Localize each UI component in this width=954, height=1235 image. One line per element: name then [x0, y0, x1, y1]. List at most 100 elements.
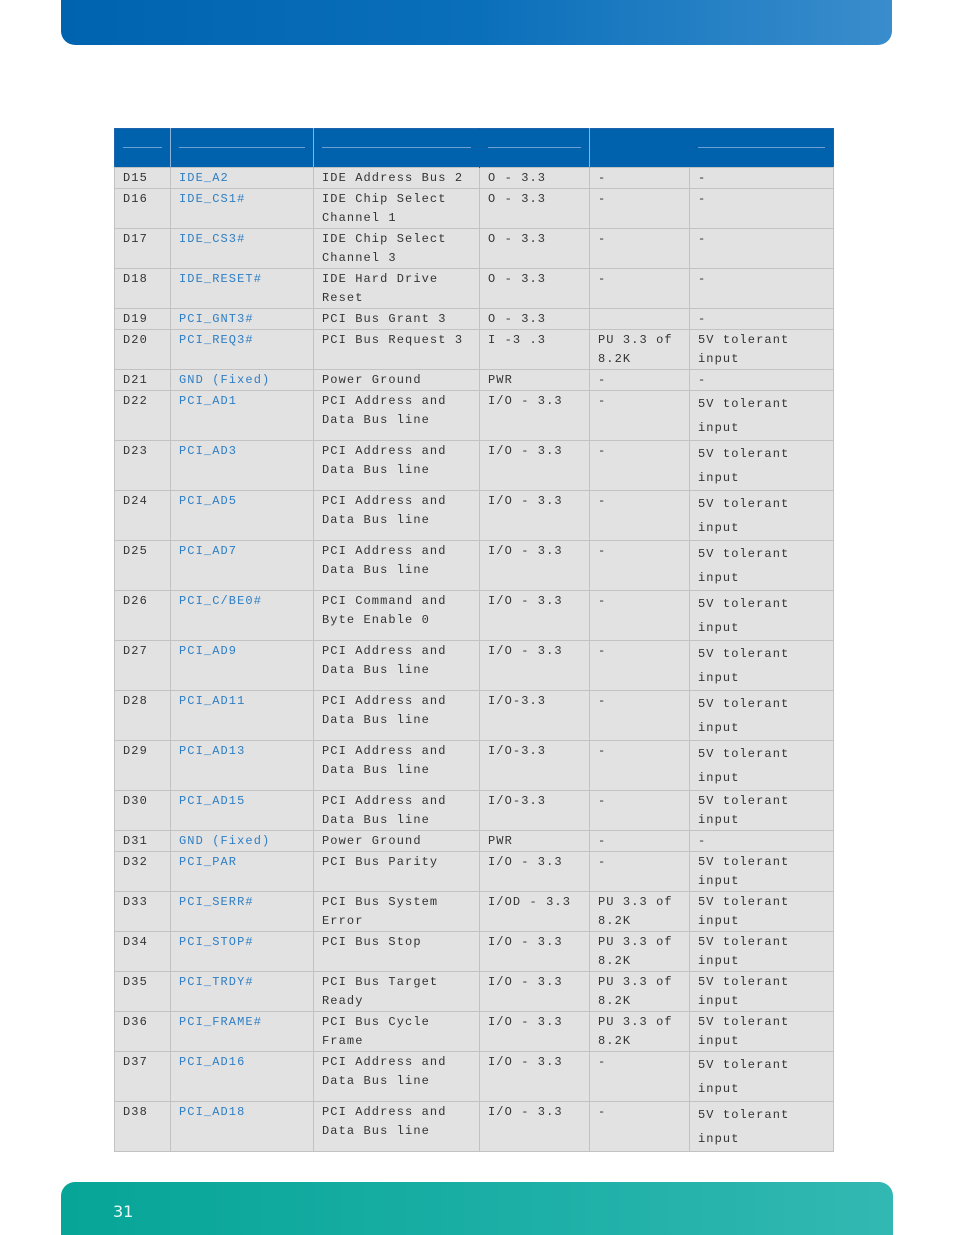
header-termination [589, 128, 690, 168]
cell-type: I/O - 3.3 [479, 390, 590, 441]
cell-pin: D15 [114, 167, 171, 189]
cell-type: I/O-3.3 [479, 790, 590, 831]
table-row: D34 PCI_STOP# PCI Bus Stop I/O - 3.3 PU 3.3 … [114, 931, 834, 972]
cell-comment: 5V tolerant input [689, 851, 834, 892]
table-row: D25 PCI_AD7 PCI Address and Data Bus line I… [114, 540, 834, 591]
cell-description: IDE Hard Drive Reset [313, 268, 480, 309]
cell-comment: - [689, 167, 834, 189]
cell-description: PCI Address and Data Bus line [313, 790, 480, 831]
cell-type: O - 3.3 [479, 268, 590, 309]
cell-description: PCI Address and Data Bus line [313, 540, 480, 591]
cell-type: I/O - 3.3 [479, 931, 590, 972]
cell-comment: 5V tolerant input [689, 790, 834, 831]
cell-signal[interactable]: PCI_PAR [170, 851, 314, 892]
cell-signal[interactable]: GND (Fixed) [170, 830, 314, 852]
cell-signal[interactable]: PCI_REQ3# [170, 329, 314, 370]
cell-comment: - [689, 369, 834, 391]
page-number: 31 [113, 1202, 134, 1221]
table-row: D32 PCI_PAR PCI Bus Parity I/O - 3.3-5V tol… [114, 851, 834, 892]
cell-type: I/O - 3.3 [479, 1011, 590, 1052]
table-row: D35 PCI_TRDY# PCI Bus Target Ready I/O - 3.… [114, 971, 834, 1012]
table-row: D16 IDE_CS1# IDE Chip Select Channel 1O - … [114, 188, 834, 229]
cell-comment: 5V tolerant input [689, 329, 834, 370]
header-signal [170, 128, 314, 168]
cell-termination: - [589, 830, 690, 852]
table-row: D36 PCI_FRAME# PCI Bus Cycle Frame I/O - 3.… [114, 1011, 834, 1052]
cell-termination: PU 3.3 of 8.2K [589, 1011, 690, 1052]
cell-comment: 5V tolerant input [689, 740, 834, 791]
cell-pin: D29 [114, 740, 171, 791]
cell-type: I -3 .3 [479, 329, 590, 370]
cell-signal[interactable]: PCI_AD7 [170, 540, 314, 591]
cell-pin: D38 [114, 1101, 171, 1152]
cell-description: PCI Address and Data Bus line [313, 1101, 480, 1152]
cell-signal[interactable]: PCI_AD16 [170, 1051, 314, 1102]
cell-signal[interactable]: PCI_AD15 [170, 790, 314, 831]
cell-pin: D26 [114, 590, 171, 641]
cell-signal[interactable]: PCI_GNT3# [170, 308, 314, 330]
cell-pin: D31 [114, 830, 171, 852]
cell-termination: - [589, 540, 690, 591]
cell-termination: PU 3.3 of 8.2K [589, 971, 690, 1012]
cell-signal[interactable]: PCI_AD3 [170, 440, 314, 491]
table-row: D33 PCI_SERR# PCI Bus System Error I/OD - 3… [114, 891, 834, 932]
cell-comment: - [689, 188, 834, 229]
cell-pin: D30 [114, 790, 171, 831]
cell-pin: D19 [114, 308, 171, 330]
cell-signal[interactable]: PCI_AD1 [170, 390, 314, 441]
cell-signal[interactable]: IDE_CS1# [170, 188, 314, 229]
cell-signal[interactable]: GND (Fixed) [170, 369, 314, 391]
cell-type: I/O - 3.3 [479, 1051, 590, 1102]
cell-pin: D20 [114, 329, 171, 370]
cell-pin: D25 [114, 540, 171, 591]
cell-termination: - [589, 228, 690, 269]
cell-comment: - [689, 830, 834, 852]
table-row: D18 IDE_RESET# IDE Hard Drive Reset O - 3.3… [114, 268, 834, 309]
cell-signal[interactable]: PCI_STOP# [170, 931, 314, 972]
cell-signal[interactable]: IDE_RESET# [170, 268, 314, 309]
cell-signal[interactable]: PCI_AD18 [170, 1101, 314, 1152]
table-row: D24 PCI_AD5 PCI Address and Data Bus line I… [114, 490, 834, 541]
cell-signal[interactable]: PCI_AD13 [170, 740, 314, 791]
header-description [313, 128, 480, 168]
cell-signal[interactable]: PCI_SERR# [170, 891, 314, 932]
table-row: D17 IDE_CS3# IDE Chip Select Channel 3O - … [114, 228, 834, 269]
cell-signal[interactable]: IDE_CS3# [170, 228, 314, 269]
cell-type: I/O - 3.3 [479, 590, 590, 641]
cell-termination: PU 3.3 of 8.2K [589, 931, 690, 972]
cell-pin: D36 [114, 1011, 171, 1052]
cell-signal[interactable]: IDE_A2 [170, 167, 314, 189]
cell-description: PCI Address and Data Bus line [313, 740, 480, 791]
cell-description: IDE Chip Select Channel 3 [313, 228, 480, 269]
cell-termination: - [589, 690, 690, 741]
cell-comment: 5V tolerant input [689, 540, 834, 591]
cell-termination: - [589, 390, 690, 441]
header-band [61, 0, 892, 45]
table-row: D19 PCI_GNT3# PCI Bus Grant 3O - 3.3 - [114, 308, 834, 330]
cell-signal[interactable]: PCI_TRDY# [170, 971, 314, 1012]
cell-description: PCI Bus Cycle Frame [313, 1011, 480, 1052]
cell-type: I/OD - 3.3 [479, 891, 590, 932]
cell-type: I/O - 3.3 [479, 851, 590, 892]
cell-comment: 5V tolerant input [689, 590, 834, 641]
cell-pin: D24 [114, 490, 171, 541]
cell-type: O - 3.3 [479, 228, 590, 269]
cell-signal[interactable]: PCI_AD5 [170, 490, 314, 541]
cell-signal[interactable]: PCI_C/BE0# [170, 590, 314, 641]
cell-pin: D28 [114, 690, 171, 741]
cell-signal[interactable]: PCI_AD9 [170, 640, 314, 691]
cell-description: PCI Bus Target Ready [313, 971, 480, 1012]
cell-type: I/O - 3.3 [479, 440, 590, 491]
cell-termination: PU 3.3 of 8.2K [589, 329, 690, 370]
cell-type: I/O-3.3 [479, 690, 590, 741]
table-row: D38 PCI_AD18 PCI Address and Data Bus line… [114, 1101, 834, 1152]
cell-comment: 5V tolerant input [689, 891, 834, 932]
cell-signal[interactable]: PCI_AD11 [170, 690, 314, 741]
cell-signal[interactable]: PCI_FRAME# [170, 1011, 314, 1052]
cell-description: PCI Bus Request 3 [313, 329, 480, 370]
cell-pin: D34 [114, 931, 171, 972]
cell-termination: - [589, 1051, 690, 1102]
cell-termination: - [589, 188, 690, 229]
cell-description: PCI Bus Parity [313, 851, 480, 892]
header-comment [690, 129, 834, 168]
